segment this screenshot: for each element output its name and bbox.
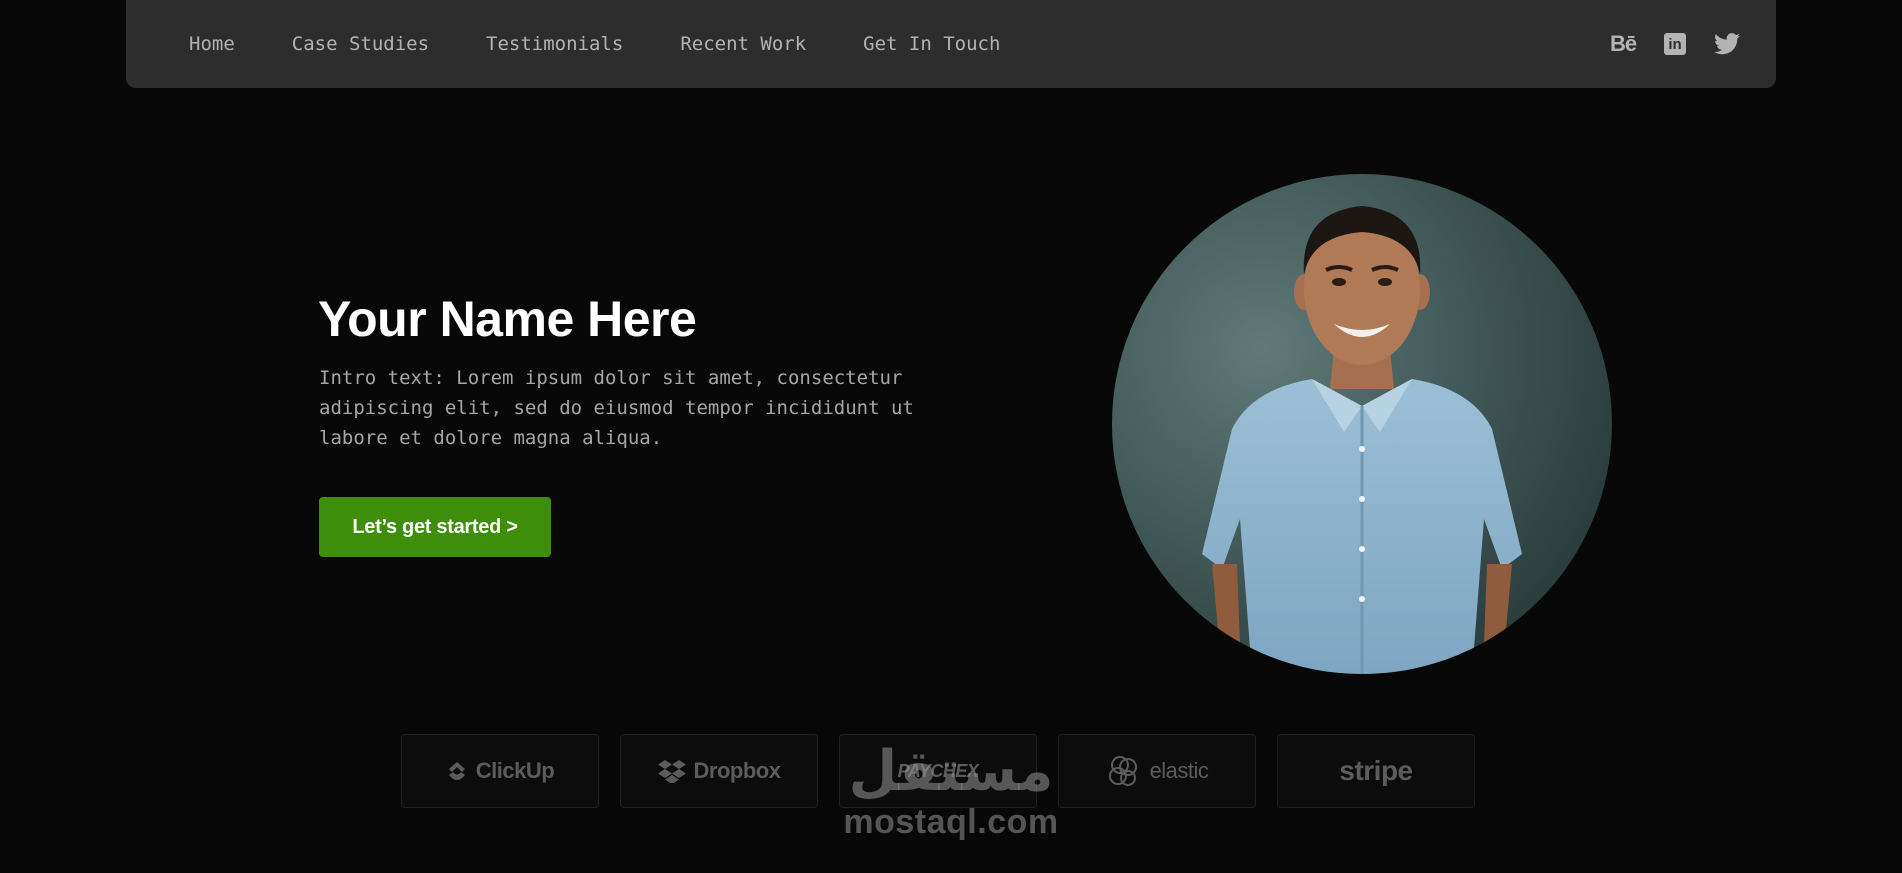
get-started-button[interactable]: Let’s get started >	[319, 497, 551, 557]
clickup-icon	[448, 762, 465, 780]
nav-link-get-in-touch[interactable]: Get In Touch	[863, 33, 1000, 55]
linkedin-glyph: in	[1664, 33, 1686, 55]
nav-link-testimonials[interactable]: Testimonials	[486, 33, 623, 55]
behance-glyph: Bē	[1609, 31, 1637, 56]
logo-label: Dropbox	[693, 758, 781, 783]
profile-photo	[1112, 174, 1612, 674]
logo-dropbox: Dropbox	[620, 734, 818, 808]
social-links: Bē in	[1610, 0, 1740, 88]
mostaql-watermark: مستقل mostaql.com	[836, 739, 1066, 841]
behance-icon[interactable]: Bē	[1609, 31, 1637, 57]
linkedin-icon[interactable]: in	[1662, 31, 1688, 57]
elastic-icon	[1108, 756, 1137, 786]
dropbox-icon	[657, 760, 686, 783]
person-illustration	[1202, 206, 1522, 674]
watermark-latin: mostaql.com	[843, 803, 1059, 841]
twitter-bird-icon	[1714, 33, 1740, 55]
nav-links: Home Case Studies Testimonials Recent Wo…	[189, 0, 1057, 88]
nav-link-case-studies[interactable]: Case Studies	[292, 33, 429, 55]
hero-name: Your Name Here	[318, 291, 697, 347]
logo-label: elastic	[1149, 758, 1209, 783]
logo-clickup: ClickUp	[401, 734, 599, 808]
watermark-arabic: مستقل	[848, 739, 1054, 804]
logo-stripe: stripe	[1277, 734, 1475, 808]
logo-label: ClickUp	[475, 758, 555, 783]
nav-link-home[interactable]: Home	[189, 33, 235, 55]
logo-label: stripe	[1339, 755, 1413, 786]
twitter-icon[interactable]	[1714, 31, 1740, 57]
logo-elastic: elastic	[1058, 734, 1256, 808]
top-nav: Home Case Studies Testimonials Recent Wo…	[126, 0, 1776, 88]
hero-intro-text: Intro text: Lorem ipsum dolor sit amet, …	[319, 367, 914, 449]
nav-link-recent-work[interactable]: Recent Work	[680, 33, 806, 55]
